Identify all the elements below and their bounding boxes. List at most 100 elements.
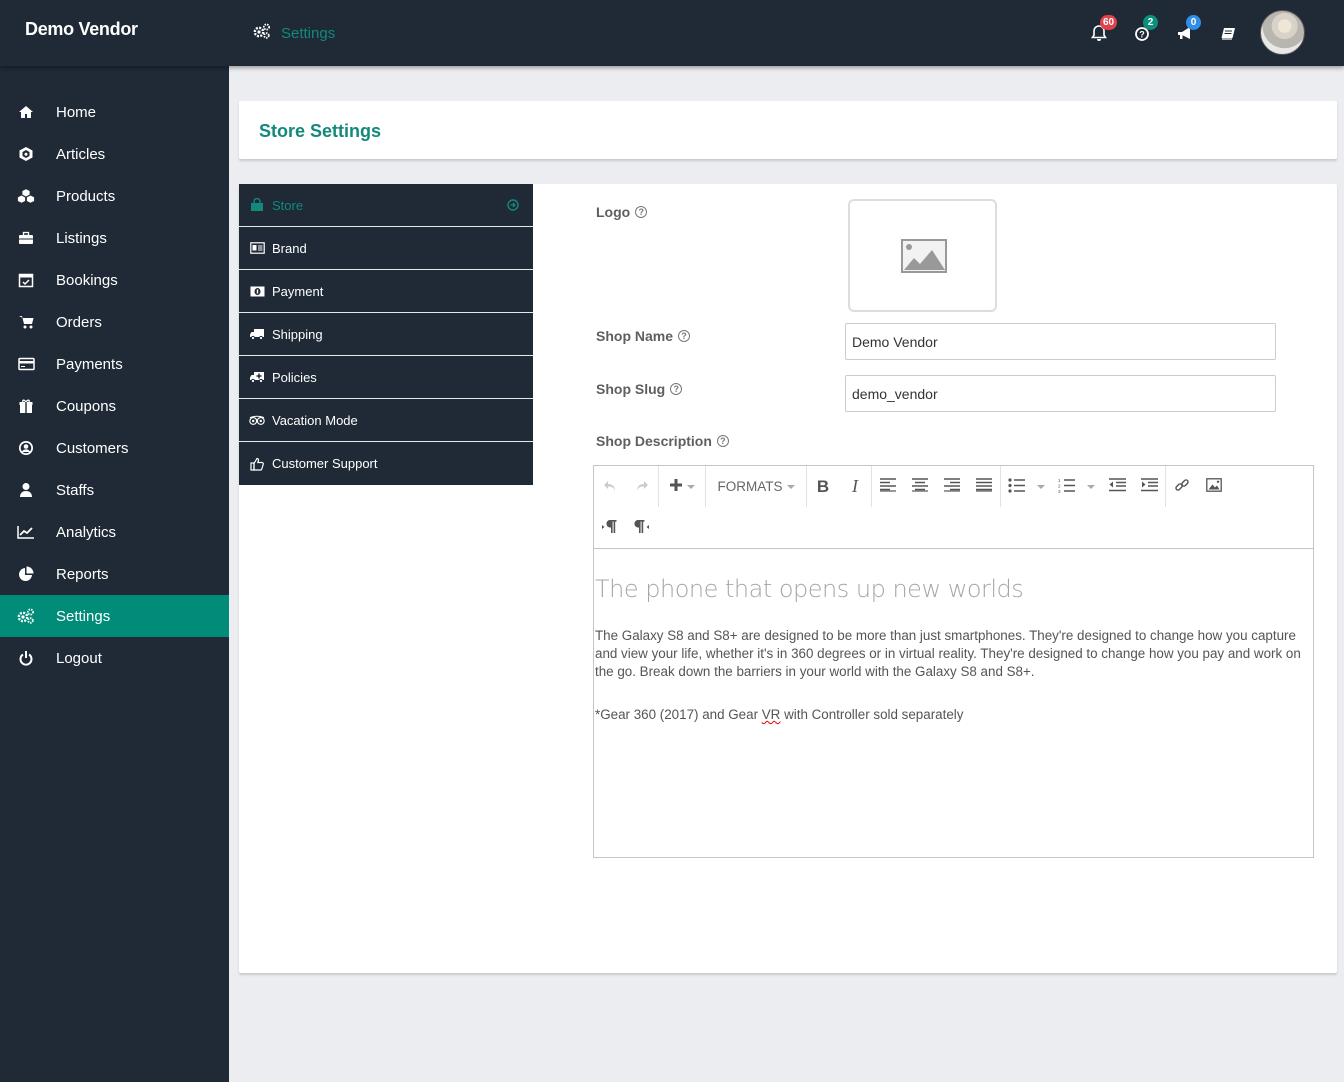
insert-image-button[interactable]	[1198, 472, 1230, 502]
rich-text-editor: FORMATS B I 123 The phone that opens up …	[593, 465, 1314, 858]
align-center-button[interactable]	[904, 472, 936, 502]
sidebar-item-orders[interactable]: Orders	[0, 301, 229, 343]
sidebar-item-home[interactable]: Home	[0, 91, 229, 133]
sidebar-item-label: Customers	[56, 439, 129, 457]
sidebar-item-label: Payments	[56, 355, 123, 373]
page-header-card: Store Settings	[239, 101, 1337, 159]
undo-icon	[603, 479, 617, 495]
tab-payment[interactable]: Payment	[239, 270, 533, 313]
redo-button[interactable]	[626, 472, 658, 502]
help-icon[interactable]: ?	[635, 206, 648, 218]
sidebar-item-label: Settings	[56, 607, 111, 625]
sidebar-item-label: Reports	[56, 565, 109, 583]
insert-button[interactable]	[659, 472, 705, 502]
tab-label: Payment	[272, 283, 324, 299]
tab-customer-support[interactable]: Customer Support	[239, 442, 533, 485]
svg-text:?: ?	[1139, 30, 1145, 40]
sidebar-item-reports[interactable]: Reports	[0, 553, 229, 595]
tab-brand[interactable]: Brand	[239, 227, 533, 270]
sidebar-item-settings[interactable]: Settings	[0, 595, 229, 637]
numbered-list-button[interactable]: 123	[1051, 472, 1101, 502]
sidebar-item-staffs[interactable]: Staffs	[0, 469, 229, 511]
tab-store[interactable]: Store	[239, 184, 533, 227]
rtl-button[interactable]	[626, 513, 658, 543]
sidebar-item-analytics[interactable]: Analytics	[0, 511, 229, 553]
sidebar-item-products[interactable]: Products	[0, 175, 229, 217]
line-chart-icon	[17, 524, 35, 540]
tab-label: Policies	[272, 369, 317, 385]
sidebar-item-label: Products	[56, 187, 116, 205]
editor-note: *Gear 360 (2017) and Gear VR with Contro…	[595, 706, 1312, 724]
align-justify-button[interactable]	[968, 472, 1000, 502]
sidebar-item-bookings[interactable]: Bookings	[0, 259, 229, 301]
editor-heading: The phone that opens up new worlds	[595, 575, 1024, 603]
align-left-button[interactable]	[872, 472, 904, 502]
insert-link-button[interactable]	[1166, 472, 1198, 502]
shop-slug-label: Shop Slug ?	[596, 381, 683, 397]
sidebar-item-payments[interactable]: Payments	[0, 343, 229, 385]
brand-name[interactable]: Demo Vendor	[25, 19, 138, 40]
sidebar-item-listings[interactable]: Listings	[0, 217, 229, 259]
align-right-button[interactable]	[936, 472, 968, 502]
sidebar-item-label: Home	[56, 103, 97, 121]
svg-text:3: 3	[1058, 489, 1061, 493]
ambulance-icon	[249, 370, 265, 384]
cart-icon	[17, 314, 35, 330]
tab-label: Customer Support	[272, 456, 378, 471]
align-left-icon	[880, 478, 896, 495]
money-icon	[249, 284, 265, 298]
help-icon[interactable]: ?	[670, 383, 683, 395]
sidebar-item-label: Analytics	[56, 523, 117, 541]
sidebar-item-label: Staffs	[56, 481, 95, 499]
cubes-icon	[17, 188, 35, 204]
arrow-circle-right-icon	[507, 199, 519, 214]
tab-policies[interactable]: Policies	[239, 356, 533, 399]
shop-description-label: Shop Description ?	[596, 433, 729, 449]
power-icon	[17, 650, 35, 666]
help-button[interactable]: ? 2	[1133, 15, 1158, 42]
svg-text:1: 1	[1058, 478, 1061, 483]
user-avatar[interactable]	[1260, 10, 1305, 55]
logo-upload[interactable]	[848, 199, 997, 312]
shop-slug-input[interactable]	[845, 375, 1276, 412]
shop-name-label-text: Shop Name	[596, 328, 674, 344]
bullet-list-button[interactable]	[1001, 472, 1051, 502]
main-content: Store Settings Store Brand Payment Shipp…	[229, 66, 1344, 1082]
undo-button[interactable]	[594, 472, 626, 502]
cube-icon	[17, 146, 35, 162]
breadcrumb-settings[interactable]: Settings	[281, 25, 335, 42]
shop-name-input[interactable]	[845, 323, 1276, 360]
shop-name-label: Shop Name ?	[596, 328, 691, 344]
sidebar-item-customers[interactable]: Customers	[0, 427, 229, 469]
note-text: *Gear 360 (2017) and Gear	[595, 707, 762, 722]
top-bar: Demo Vendor Settings 60 ? 2 0	[0, 0, 1344, 66]
calendar-check-icon	[17, 272, 35, 288]
bold-button[interactable]: B	[807, 472, 839, 502]
settings-card: Store Brand Payment Shipping Policies Va…	[239, 184, 1337, 973]
shopping-bag-icon	[249, 198, 265, 212]
breadcrumb: Settings	[253, 23, 335, 44]
sidebar-item-articles[interactable]: Articles	[0, 133, 229, 175]
sidebar-item-logout[interactable]: Logout	[0, 637, 229, 679]
tab-vacation-mode[interactable]: Vacation Mode	[239, 399, 533, 442]
indent-button[interactable]	[1133, 472, 1165, 502]
paragraph-ltr-icon	[602, 519, 618, 536]
announcements-button[interactable]: 0	[1176, 15, 1201, 42]
editor-toolbar-row-1: FORMATS B I 123	[594, 466, 1230, 507]
italic-icon: I	[852, 476, 858, 496]
sidebar-item-coupons[interactable]: Coupons	[0, 385, 229, 427]
sidebar-item-label: Orders	[56, 313, 102, 331]
outdent-button[interactable]	[1101, 472, 1133, 502]
gift-icon	[17, 398, 35, 414]
editor-content[interactable]: The phone that opens up new worlds The G…	[594, 549, 1313, 724]
notifications-button[interactable]: 60	[1090, 15, 1118, 42]
tab-shipping[interactable]: Shipping	[239, 313, 533, 356]
italic-button[interactable]: I	[839, 472, 871, 502]
ltr-button[interactable]	[594, 513, 626, 543]
knowledgebase-button[interactable]	[1219, 24, 1237, 42]
question-circle-icon: ?	[1133, 27, 1151, 46]
formats-dropdown[interactable]: FORMATS	[706, 472, 806, 502]
help-icon[interactable]: ?	[678, 330, 691, 342]
help-count-badge: 2	[1143, 15, 1158, 30]
help-icon[interactable]: ?	[716, 435, 729, 447]
